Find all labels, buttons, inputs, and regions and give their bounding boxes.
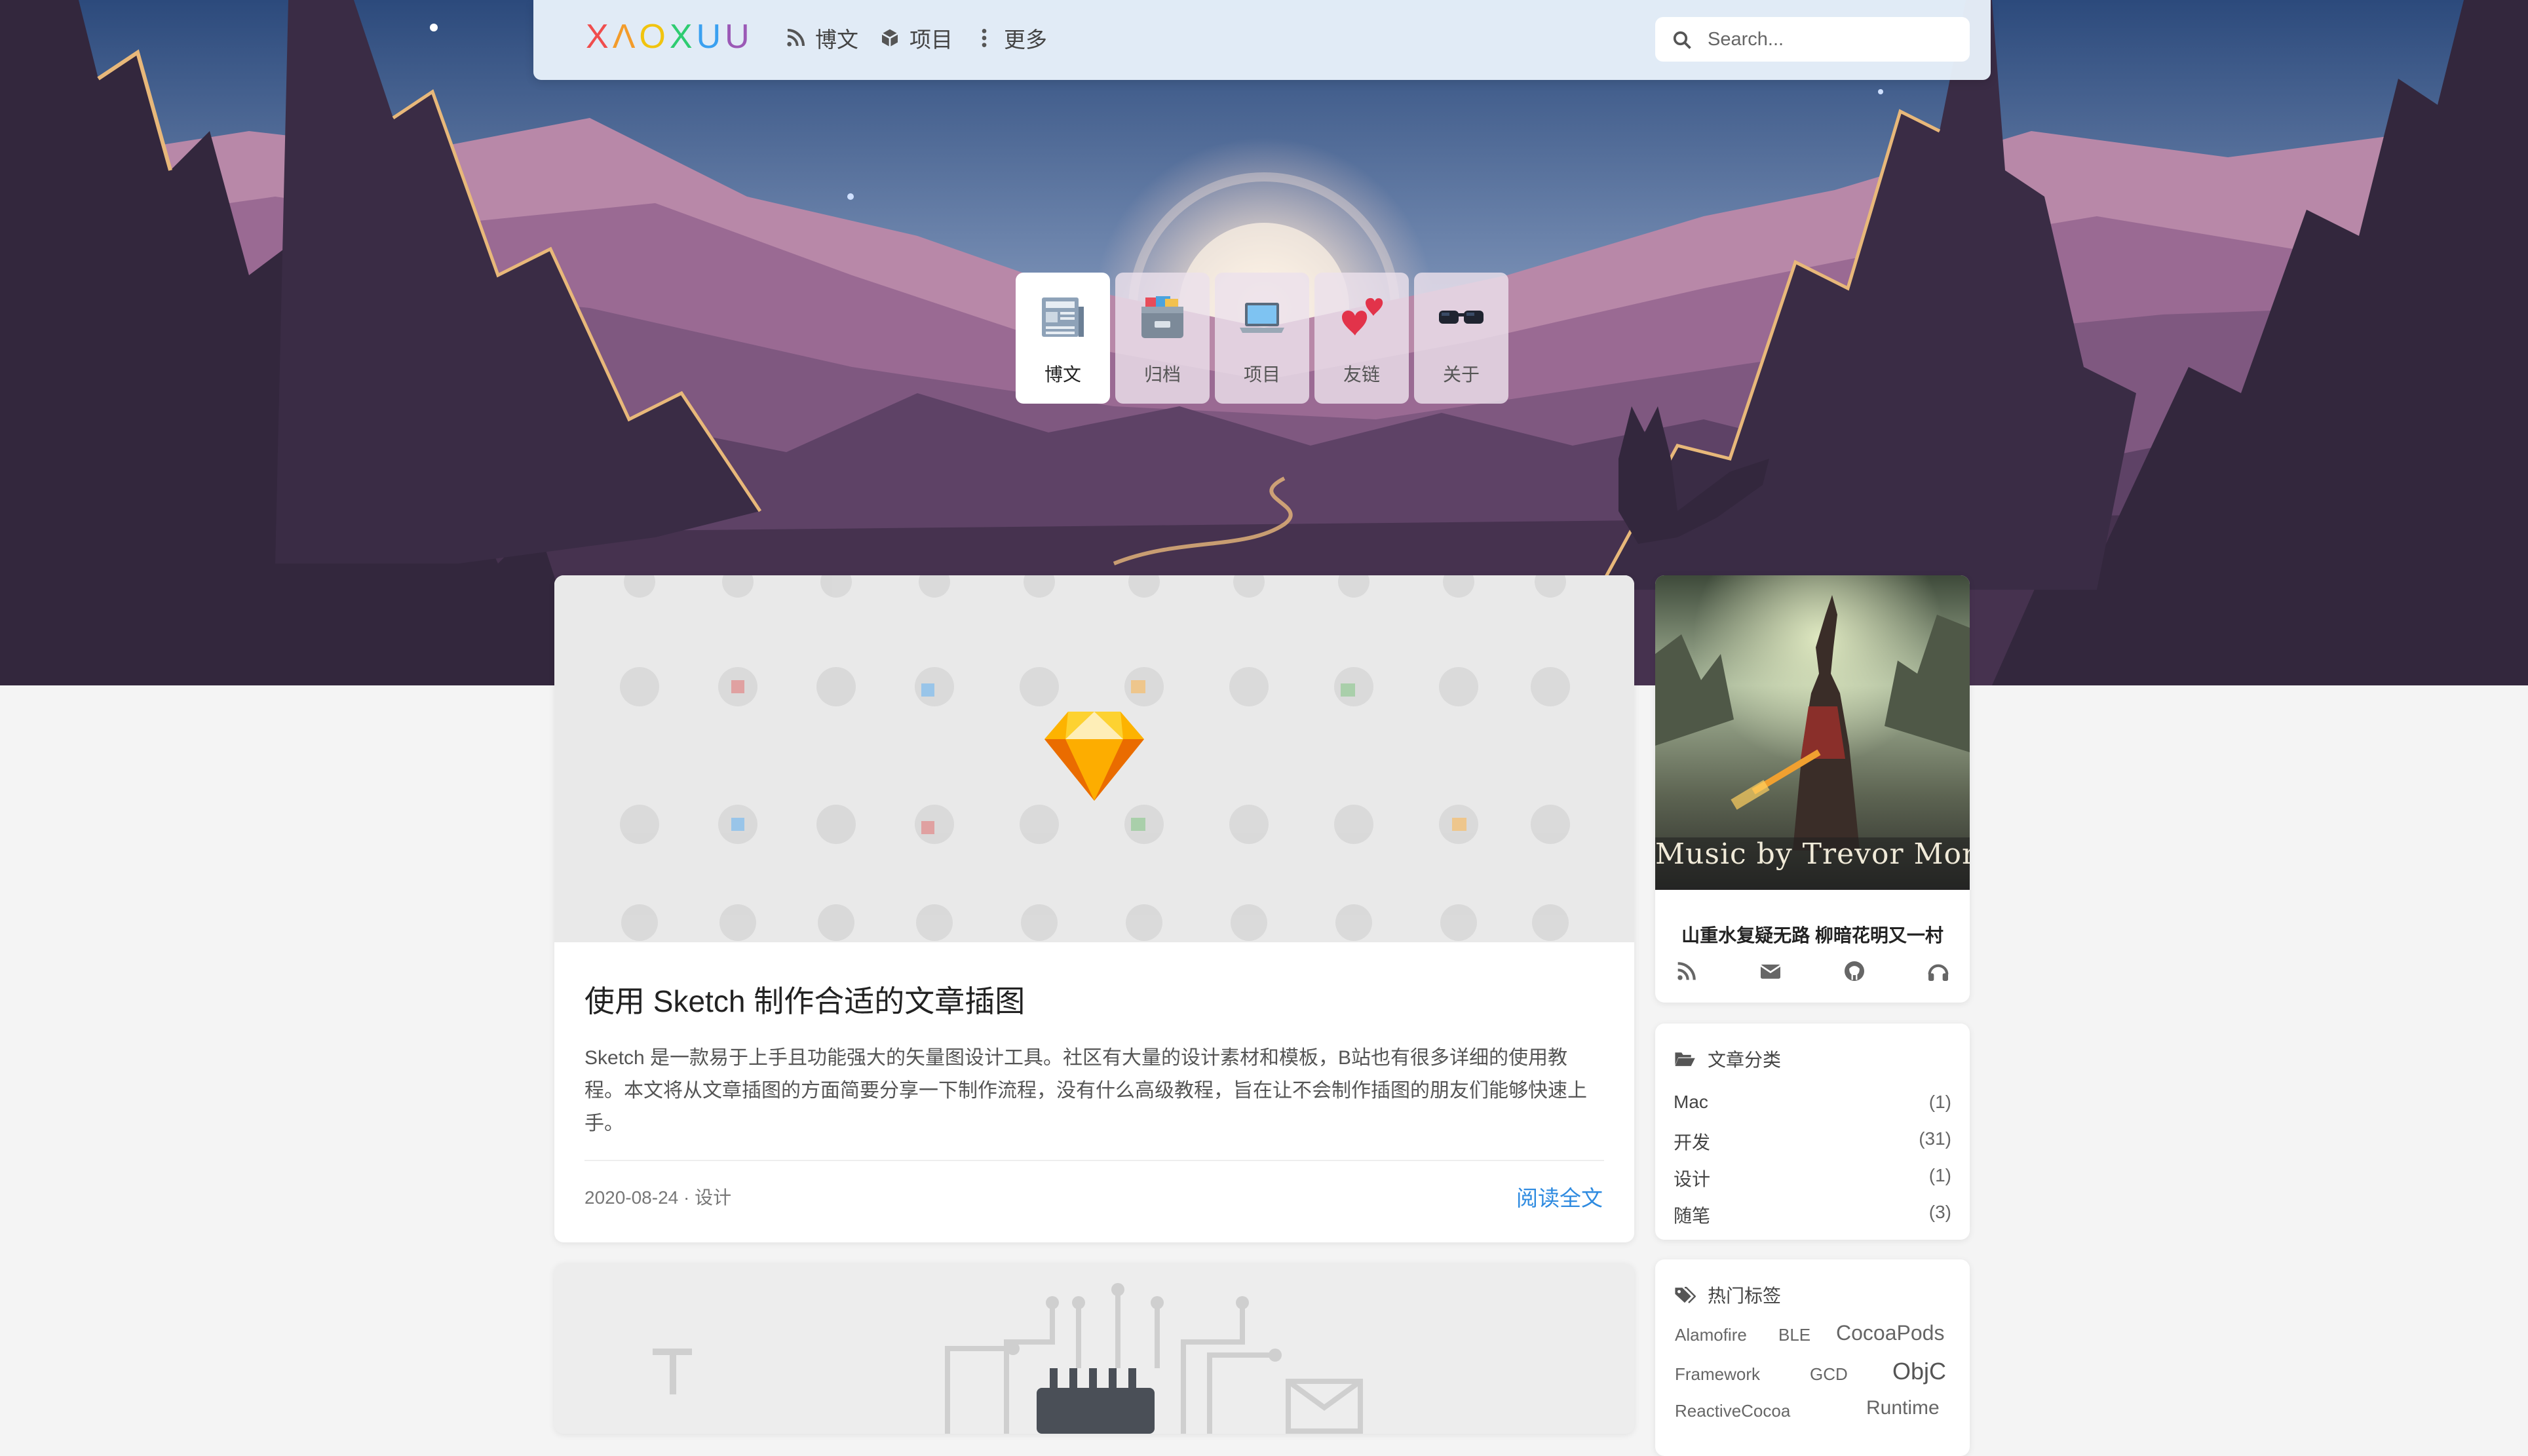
search-input[interactable] (1706, 24, 1958, 55)
rss-icon[interactable] (1674, 958, 1700, 984)
tag-link[interactable]: BLE (1778, 1325, 1810, 1345)
profile-motto: 山重水复疑无路 柳暗花明又一村 (1681, 925, 1944, 946)
quick-link-posts[interactable]: 博文 (1016, 273, 1110, 404)
category-count: (3) (1928, 1202, 1951, 1222)
divider (584, 1160, 1604, 1161)
rss-icon (787, 29, 805, 47)
headphones-icon[interactable] (1925, 958, 1951, 984)
post-cover-image[interactable] (554, 575, 1634, 942)
category-name: 随笔 (1674, 1206, 1711, 1226)
search-icon (1673, 31, 1691, 49)
logo-letter: U (725, 18, 754, 56)
nav-item-label: 项目 (910, 28, 953, 52)
logo-letter: X (669, 18, 697, 56)
nav-item-more[interactable]: 更多 (974, 21, 1047, 55)
site-logo[interactable]: XΛOXUU (586, 17, 754, 56)
quick-link-label: 博文 (1044, 364, 1081, 385)
tags-card: 热门标签 Alamofire BLE CocoaPods Framework G… (1655, 1259, 1970, 1456)
category-item[interactable]: Mac (1) (1674, 1092, 1951, 1118)
cube-icon (881, 29, 898, 47)
quick-link-label: 关于 (1442, 364, 1480, 385)
tag-link[interactable]: Runtime (1866, 1397, 1940, 1419)
category-item[interactable]: 设计 (1) (1674, 1165, 1951, 1191)
laptop-icon (1240, 303, 1284, 333)
category-item[interactable]: 开发 (31) (1674, 1128, 1951, 1155)
nav-item-projects[interactable]: 项目 (879, 21, 953, 55)
category-name: 设计 (1674, 1169, 1711, 1189)
nav-item-posts[interactable]: 博文 (785, 21, 858, 55)
logo-letter: O (639, 18, 670, 56)
two-hearts-icon (1342, 297, 1383, 335)
tag-link[interactable]: Alamofire (1675, 1325, 1747, 1345)
read-more-link[interactable]: 阅读全文 (1516, 1181, 1603, 1212)
card-file-box-icon (1141, 296, 1183, 338)
tags-header: 热门标签 (1674, 1282, 1781, 1308)
categories-card: 文章分类 Mac (1) 开发 (31) 设计 (1) 随笔 (3) (1655, 1024, 1970, 1240)
folder-open-icon (1675, 1052, 1695, 1066)
quick-link-label: 项目 (1243, 364, 1280, 385)
post-title[interactable]: 使用 Sketch 制作合适的文章插图 (584, 978, 1025, 1021)
quick-link-projects[interactable]: 项目 (1215, 273, 1309, 404)
tags-title: 热门标签 (1708, 1286, 1782, 1306)
logo-letter: Λ (612, 18, 640, 56)
post-meta: 2020-08-24 · 设计 (584, 1183, 731, 1210)
post-date: 2020-08-24 (584, 1187, 679, 1208)
category-item[interactable]: 随笔 (3) (1674, 1202, 1951, 1228)
tag-link[interactable]: GCD (1810, 1364, 1848, 1385)
circuit-illustration (554, 1263, 1634, 1434)
album-caption: Music by Trevor Morr (1655, 837, 1970, 871)
category-count: (1) (1928, 1165, 1951, 1185)
search-box[interactable] (1655, 17, 1970, 62)
category-name: Mac (1674, 1092, 1708, 1112)
quick-link-label: 友链 (1343, 364, 1380, 385)
tag-link[interactable]: ObjC (1892, 1358, 1946, 1385)
nav-item-label: 更多 (1004, 28, 1047, 52)
post-category[interactable]: 设计 (695, 1187, 731, 1208)
newspaper-icon (1042, 297, 1084, 337)
post-card[interactable]: 使用 Sketch 制作合适的文章插图 Sketch 是一款易于上手且功能强大的… (554, 575, 1634, 1242)
category-name: 开发 (1674, 1132, 1711, 1153)
profile-card: Music by Trevor Morr 山重水复疑无路 柳暗花明又一村 (1655, 575, 1970, 1003)
categories-header: 文章分类 (1674, 1046, 1781, 1072)
github-icon[interactable] (1841, 958, 1867, 984)
more-vertical-icon (982, 29, 987, 47)
quick-link-friends[interactable]: 友链 (1314, 273, 1409, 404)
sketch-diamond-icon (1044, 712, 1144, 801)
category-count: (31) (1919, 1128, 1951, 1149)
post-card[interactable] (554, 1263, 1634, 1434)
album-cover-image[interactable]: Music by Trevor Morr (1655, 575, 1970, 890)
categories-title: 文章分类 (1708, 1050, 1782, 1070)
quick-link-label: 归档 (1143, 364, 1181, 385)
quick-link-about[interactable]: 关于 (1414, 273, 1508, 404)
logo-letter: U (696, 18, 725, 56)
meta-separator: · (683, 1187, 690, 1208)
glasses-icon (1439, 311, 1484, 324)
envelope-icon[interactable] (1757, 958, 1784, 984)
tag-link[interactable]: CocoaPods (1836, 1321, 1944, 1345)
tag-link[interactable]: Framework (1675, 1364, 1760, 1385)
quick-link-archive[interactable]: 归档 (1115, 273, 1210, 404)
logo-letter: X (586, 18, 613, 56)
nav-item-label: 博文 (815, 28, 858, 52)
post-excerpt: Sketch 是一款易于上手且功能强大的矢量图设计工具。社区有大量的设计素材和模… (584, 1047, 1587, 1134)
tags-icon (1675, 1286, 1696, 1304)
category-count: (1) (1928, 1092, 1951, 1112)
post-cover-image[interactable] (554, 1263, 1634, 1434)
tag-link[interactable]: ReactiveCocoa (1675, 1401, 1790, 1421)
top-navbar: XΛOXUU 博文 项目 更多 (533, 0, 1991, 80)
